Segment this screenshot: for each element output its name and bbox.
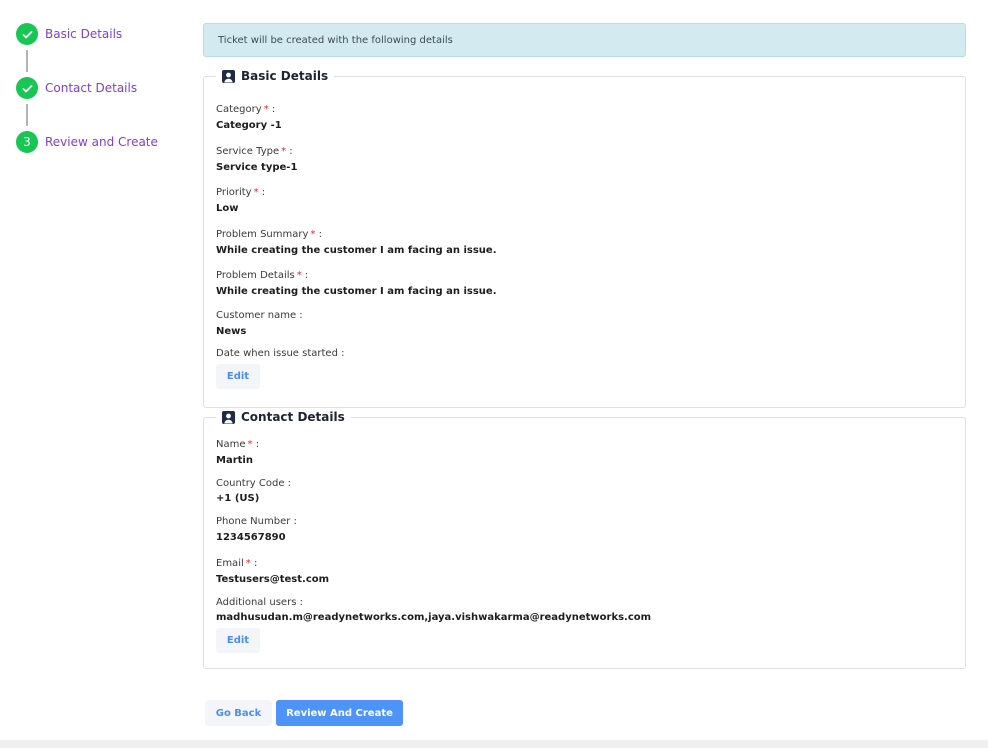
wizard-stepper: Basic Details Contact Details 3 Review a… <box>16 23 186 153</box>
field-category: Category * : Category -1 <box>216 103 953 132</box>
field-email: Email * : Testusers@test.com <box>216 557 953 586</box>
field-name: Name * : Martin <box>216 438 953 467</box>
field-label: Category * : <box>216 104 276 115</box>
field-label: Date when issue started : <box>216 348 345 359</box>
review-and-create-button[interactable]: Review And Create <box>276 700 403 726</box>
field-label: Email * : <box>216 558 258 569</box>
contact-details-card: Contact Details Name * : Martin Country C… <box>203 410 966 669</box>
field-value: 1234567890 <box>216 532 286 543</box>
step-connector <box>26 104 28 126</box>
field-value: Category -1 <box>216 120 282 131</box>
card-title: Basic Details <box>216 69 334 83</box>
field-country-code: Country Code : +1 (US) <box>216 477 953 505</box>
field-problem-details: Problem Details * : While creating the cu… <box>216 269 953 298</box>
field-service-type: Service Type * : Service type-1 <box>216 145 953 174</box>
info-alert: Ticket will be created with the followin… <box>203 23 966 57</box>
footer-band <box>0 740 988 748</box>
step-basic-details[interactable]: Basic Details <box>16 23 186 45</box>
step-review-and-create[interactable]: 3 Review and Create <box>16 131 186 153</box>
step-label: Review and Create <box>45 135 158 149</box>
alert-text: Ticket will be created with the followin… <box>218 34 453 46</box>
field-value: Low <box>216 203 239 214</box>
field-value: Martin <box>216 455 253 466</box>
field-customer-name: Customer name : News <box>216 309 953 338</box>
contact-card-icon <box>222 69 235 83</box>
step-label: Basic Details <box>45 27 123 41</box>
field-label: Customer name : <box>216 310 303 321</box>
field-label: Priority * : <box>216 187 266 198</box>
field-value: Service type-1 <box>216 162 298 173</box>
card-title: Contact Details <box>216 410 351 424</box>
check-icon <box>16 23 38 45</box>
field-label: Phone Number : <box>216 516 297 527</box>
field-additional-users: Additional users : madhusudan.m@readynet… <box>216 596 953 624</box>
field-label: Problem Details * : <box>216 270 309 281</box>
check-icon <box>16 77 38 99</box>
go-back-button[interactable]: Go Back <box>205 700 272 726</box>
edit-basic-details-button[interactable]: Edit <box>216 364 260 389</box>
step-contact-details[interactable]: Contact Details <box>16 77 186 99</box>
field-value: News <box>216 326 247 337</box>
field-value: +1 (US) <box>216 493 260 504</box>
field-value: While creating the customer I am facing … <box>216 245 497 256</box>
field-label: Problem Summary * : <box>216 229 322 240</box>
form-actions: Go Back Review And Create <box>205 700 403 726</box>
field-label: Country Code : <box>216 478 292 489</box>
field-phone-number: Phone Number : 1234567890 <box>216 515 953 544</box>
review-panel: Ticket will be created with the followin… <box>203 23 966 669</box>
field-priority: Priority * : Low <box>216 186 953 215</box>
field-date-issue-started: Date when issue started : <box>216 347 953 360</box>
basic-details-card: Basic Details Category * : Category -1 Se… <box>203 69 966 408</box>
field-problem-summary: Problem Summary * : While creating the cu… <box>216 228 953 257</box>
step-connector <box>26 50 28 72</box>
field-value: madhusudan.m@readynetworks.com,jaya.vish… <box>216 612 652 623</box>
field-value: While creating the customer I am facing … <box>216 286 497 297</box>
field-label: Name * : <box>216 439 260 450</box>
edit-contact-details-button[interactable]: Edit <box>216 628 260 653</box>
step-label: Contact Details <box>45 81 138 95</box>
step-number: 3 <box>16 131 38 153</box>
field-label: Additional users : <box>216 597 303 608</box>
field-label: Service Type * : <box>216 146 293 157</box>
contact-card-icon <box>222 410 235 424</box>
field-value: Testusers@test.com <box>216 574 330 585</box>
